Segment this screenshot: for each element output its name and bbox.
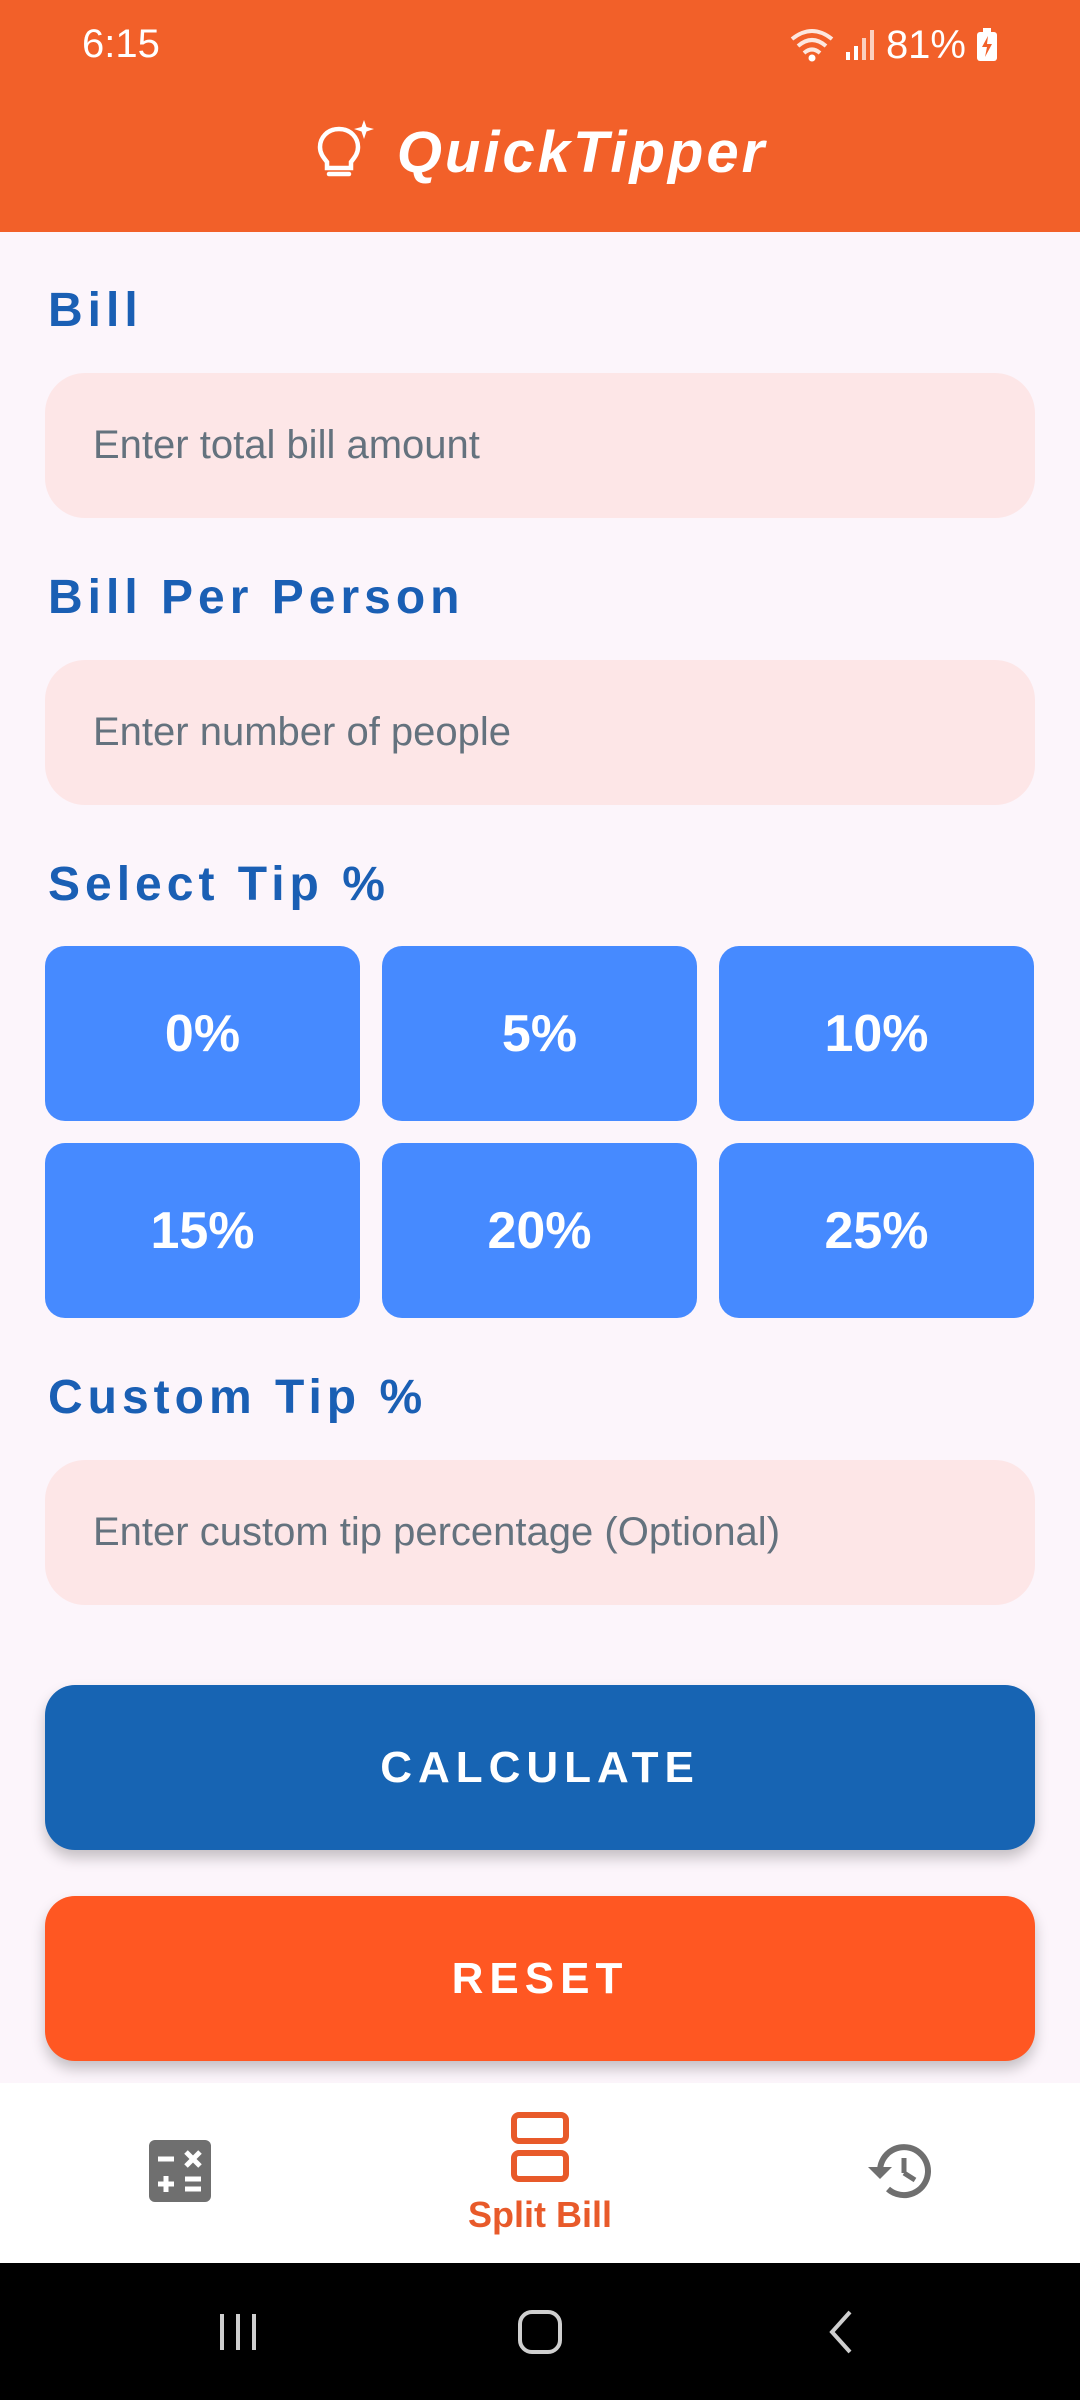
tip-button-0[interactable]: 0% (45, 946, 360, 1121)
battery-percentage: 81% (885, 22, 966, 67)
bill-input[interactable] (91, 422, 1035, 469)
nav-history[interactable] (840, 2083, 960, 2263)
tip-button-15[interactable]: 15% (45, 1143, 360, 1318)
app-title: QuickTipper (396, 119, 768, 185)
tip-options-grid: 0% 5% 10% 15% 20% 25% (45, 946, 1035, 1318)
recent-apps-icon[interactable] (178, 2263, 298, 2400)
history-icon (864, 2138, 936, 2209)
tip-button-20[interactable]: 20% (382, 1143, 697, 1318)
signal-icon (844, 28, 876, 62)
people-input[interactable] (91, 709, 1035, 756)
home-icon[interactable] (480, 2263, 600, 2400)
people-field[interactable] (45, 660, 1035, 805)
battery-charging-icon (976, 28, 998, 62)
nav-split-bill-label: Split Bill (468, 2193, 612, 2235)
status-time: 6:15 (82, 22, 160, 66)
custom-tip-field[interactable] (45, 1460, 1035, 1605)
tip-button-10[interactable]: 10% (719, 946, 1034, 1121)
reset-button[interactable]: RESET (45, 1896, 1035, 2061)
wifi-icon (790, 27, 834, 63)
tip-button-25[interactable]: 25% (719, 1143, 1034, 1318)
calculate-button[interactable]: CALCULATE (45, 1685, 1035, 1850)
status-icons: 81% (790, 20, 998, 70)
status-bar: 6:15 81% (0, 0, 1080, 92)
lightbulb-sparkle-icon (313, 117, 379, 188)
custom-tip-label: Custom Tip % (48, 1371, 428, 1424)
select-tip-label: Select Tip % (48, 858, 390, 911)
system-navigation-bar (0, 2263, 1080, 2400)
app-bar: 6:15 81% QuickTipper (0, 0, 1080, 232)
bill-label: Bill (48, 284, 143, 337)
split-bill-icon (510, 2111, 570, 2188)
app-title-row: QuickTipper (0, 112, 1080, 192)
back-icon[interactable] (782, 2263, 902, 2400)
tip-button-5[interactable]: 5% (382, 946, 697, 1121)
people-label: Bill Per Person (48, 571, 465, 624)
custom-tip-input[interactable] (91, 1509, 1035, 1556)
bottom-navigation: Split Bill (0, 2083, 1080, 2263)
calculator-icon (147, 2138, 213, 2209)
bill-field[interactable] (45, 373, 1035, 518)
nav-calculator[interactable] (120, 2083, 240, 2263)
nav-split-bill[interactable]: Split Bill (420, 2083, 660, 2263)
